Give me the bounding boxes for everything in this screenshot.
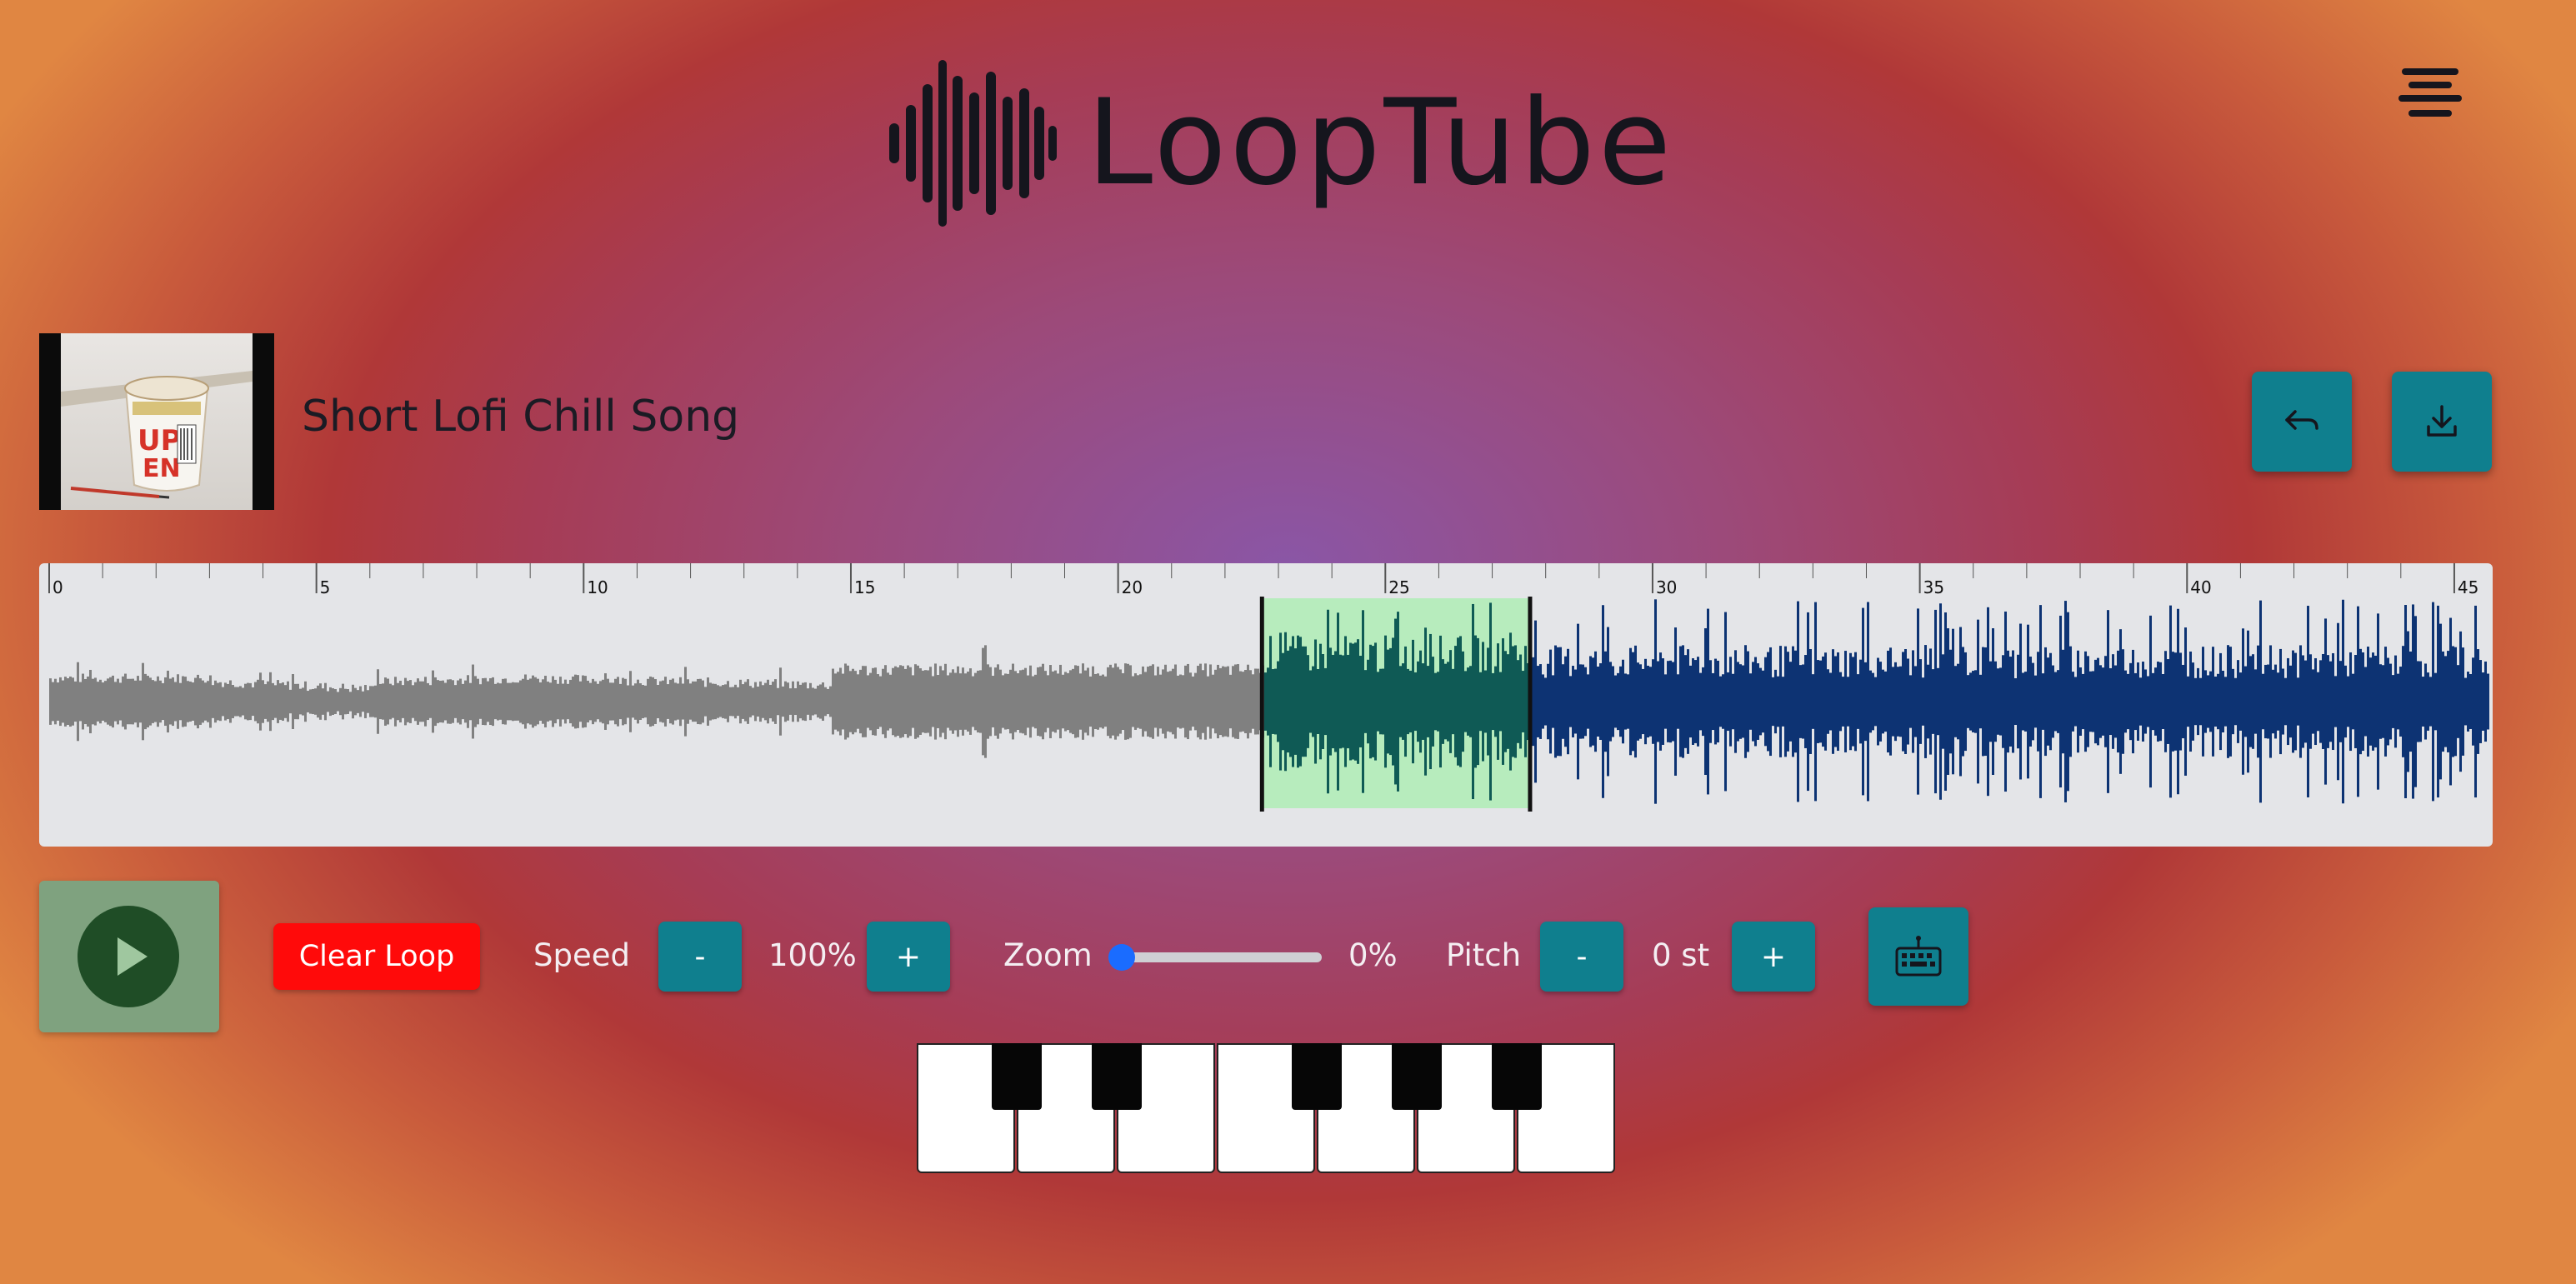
play-icon (78, 906, 179, 1007)
speed-decrease-button[interactable]: - (658, 922, 742, 992)
menu-button[interactable] (2398, 65, 2462, 120)
piano-black-key[interactable] (1392, 1043, 1442, 1110)
app-logo: LoopTube (888, 60, 1674, 227)
tick-label: 5 (319, 577, 331, 597)
loop-start-handle[interactable] (1259, 597, 1264, 812)
speed-increase-button[interactable]: + (867, 922, 950, 992)
tick-label: 25 (1388, 577, 1410, 597)
tick-label: 40 (2190, 577, 2212, 597)
download-icon (2427, 405, 2457, 437)
tick-label: 35 (1923, 577, 1945, 597)
tick-label: 0 (53, 577, 63, 597)
tick-label: 20 (1121, 577, 1143, 597)
piano-keyboard (917, 1043, 1617, 1175)
waveform-icon (889, 60, 1057, 227)
back-button[interactable] (2252, 372, 2352, 472)
pitch-value: 0 st (1652, 937, 1710, 973)
play-button[interactable] (39, 881, 219, 1032)
speed-value: 100% (768, 937, 857, 973)
app-title: LoopTube (1087, 74, 1675, 212)
tick-label: 45 (2457, 577, 2479, 597)
menu-lines-icon (2402, 68, 2458, 75)
pitch-label: Pitch (1446, 937, 1522, 973)
pitch-increase-button[interactable]: + (1732, 922, 1815, 992)
track-title: Short Lofi Chill Song (302, 392, 740, 442)
piano-black-key[interactable] (1092, 1043, 1142, 1110)
tick-label: 30 (1655, 577, 1678, 597)
svg-text:EN: EN (143, 454, 181, 483)
tick-label: 15 (853, 577, 876, 597)
piano-black-key[interactable] (1492, 1043, 1542, 1110)
waveform[interactable] (39, 563, 2493, 847)
noodle-cup-thumbnail: UP EN (61, 333, 253, 510)
clear-loop-button[interactable]: Clear Loop (273, 923, 480, 990)
undo-arrow-icon (2285, 410, 2318, 430)
speed-label: Speed (533, 937, 630, 973)
piano-black-key[interactable] (992, 1043, 1042, 1110)
keyboard-icon (1895, 936, 1942, 977)
timeline-ticks (48, 563, 2455, 593)
zoom-label: Zoom (1003, 937, 1093, 973)
zoom-value: 0% (1348, 937, 1398, 973)
track-thumbnail: UP EN (39, 333, 274, 510)
waveform-panel[interactable] (39, 563, 2493, 847)
zoom-slider[interactable] (1115, 952, 1322, 962)
zoom-slider-thumb[interactable] (1108, 944, 1135, 971)
svg-text:UP: UP (138, 424, 182, 457)
download-button[interactable] (2392, 372, 2492, 472)
pitch-decrease-button[interactable]: - (1540, 922, 1623, 992)
loop-end-handle[interactable] (1528, 597, 1533, 812)
tick-label: 10 (587, 577, 608, 597)
piano-black-key[interactable] (1292, 1043, 1342, 1110)
keyboard-toggle-button[interactable] (1868, 907, 1968, 1006)
